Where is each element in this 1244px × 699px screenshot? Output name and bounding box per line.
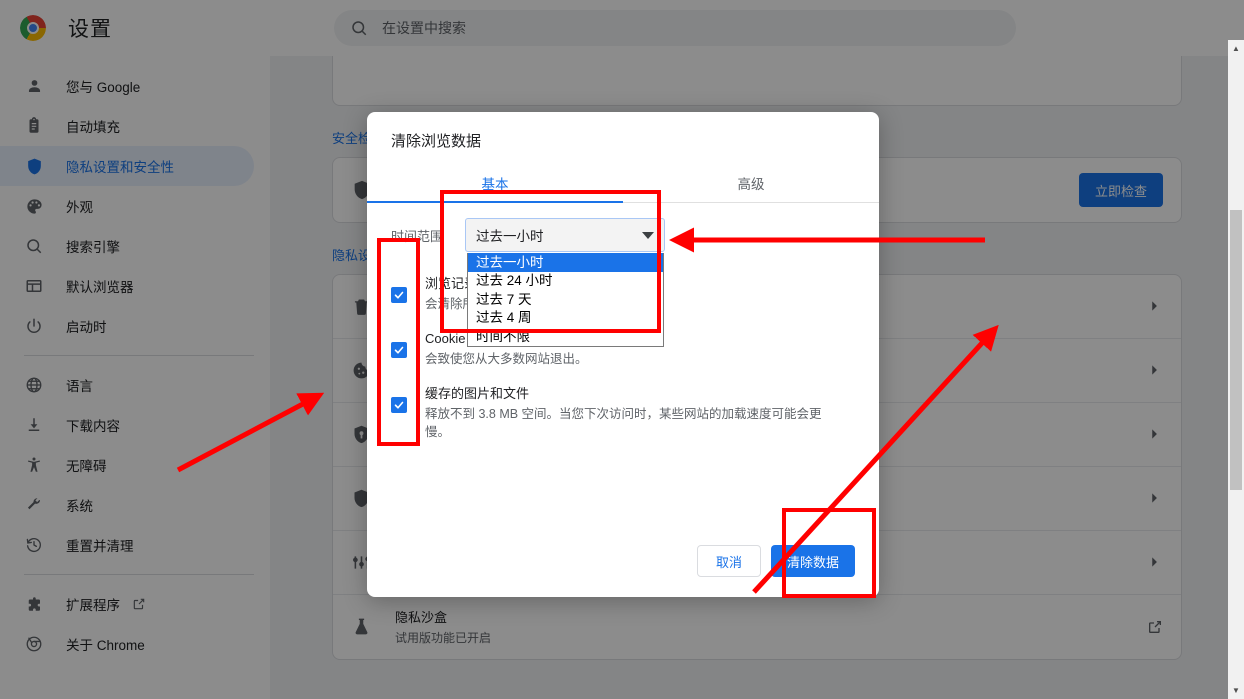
- option-last-hour[interactable]: 过去一小时: [468, 253, 663, 272]
- checkbox-checked-icon[interactable]: [391, 396, 407, 413]
- scrollbar-thumb[interactable]: [1230, 210, 1242, 490]
- clear-browsing-data-dialog: 清除浏览数据 基本 高级 时间范围 过去一小时 过去一小时 过去 24 小时 过…: [367, 112, 879, 597]
- cancel-button[interactable]: 取消: [696, 545, 761, 577]
- option-last-4-weeks[interactable]: 过去 4 周: [468, 309, 663, 328]
- tab-basic[interactable]: 基本: [367, 163, 623, 203]
- dialog-title: 清除浏览数据: [391, 133, 482, 150]
- scroll-down-arrow-icon[interactable]: ▼: [1228, 682, 1244, 699]
- tab-label: 基本: [481, 177, 509, 192]
- checkbox-title: 缓存的图片和文件: [425, 385, 530, 401]
- chevron-down-icon: [642, 231, 654, 239]
- checkbox-checked-icon[interactable]: [391, 341, 407, 358]
- option-last-24-hours[interactable]: 过去 24 小时: [468, 272, 663, 291]
- scroll-up-arrow-icon[interactable]: ▲: [1228, 40, 1244, 57]
- checkbox-checked-icon[interactable]: [391, 287, 407, 303]
- option-all-time[interactable]: 时间不限: [468, 327, 663, 346]
- time-range-select-wrapper: 过去一小时 过去一小时 过去 24 小时 过去 7 天 过去 4 周 时间不限: [465, 218, 665, 347]
- time-range-options-list[interactable]: 过去一小时 过去 24 小时 过去 7 天 过去 4 周 时间不限: [467, 253, 664, 347]
- checkbox-subtitle: 释放不到 3.8 MB 空间。当您下次访问时，某些网站的加载速度可能会更慢。: [425, 406, 822, 440]
- time-range-row: 时间范围 过去一小时 过去一小时 过去 24 小时 过去 7 天 过去 4 周 …: [391, 213, 855, 347]
- tab-advanced[interactable]: 高级: [623, 163, 879, 203]
- time-range-select[interactable]: 过去一小时: [465, 218, 665, 252]
- chrome-settings-window: 设置 在设置中搜索 您与 Google 自动填充 隐私设置和安全性 外观 搜索引…: [0, 0, 1244, 699]
- option-last-7-days[interactable]: 过去 7 天: [468, 290, 663, 309]
- checkbox-row-cached-files[interactable]: 缓存的图片和文件 释放不到 3.8 MB 空间。当您下次访问时，某些网站的加载速…: [391, 383, 855, 443]
- checkbox-subtitle: 会致使您从大多数网站退出。: [425, 351, 588, 366]
- time-range-selected-value: 过去一小时: [476, 229, 544, 244]
- tab-label: 高级: [737, 177, 765, 192]
- dialog-actions: 取消 清除数据: [696, 545, 855, 577]
- dialog-tabs: 基本 高级: [367, 163, 879, 203]
- clear-data-button[interactable]: 清除数据: [770, 545, 855, 577]
- vertical-scrollbar[interactable]: ▲ ▼: [1228, 40, 1244, 699]
- time-range-label: 时间范围: [391, 228, 444, 244]
- dialog-body: 时间范围 过去一小时 过去一小时 过去 24 小时 过去 7 天 过去 4 周 …: [367, 203, 879, 442]
